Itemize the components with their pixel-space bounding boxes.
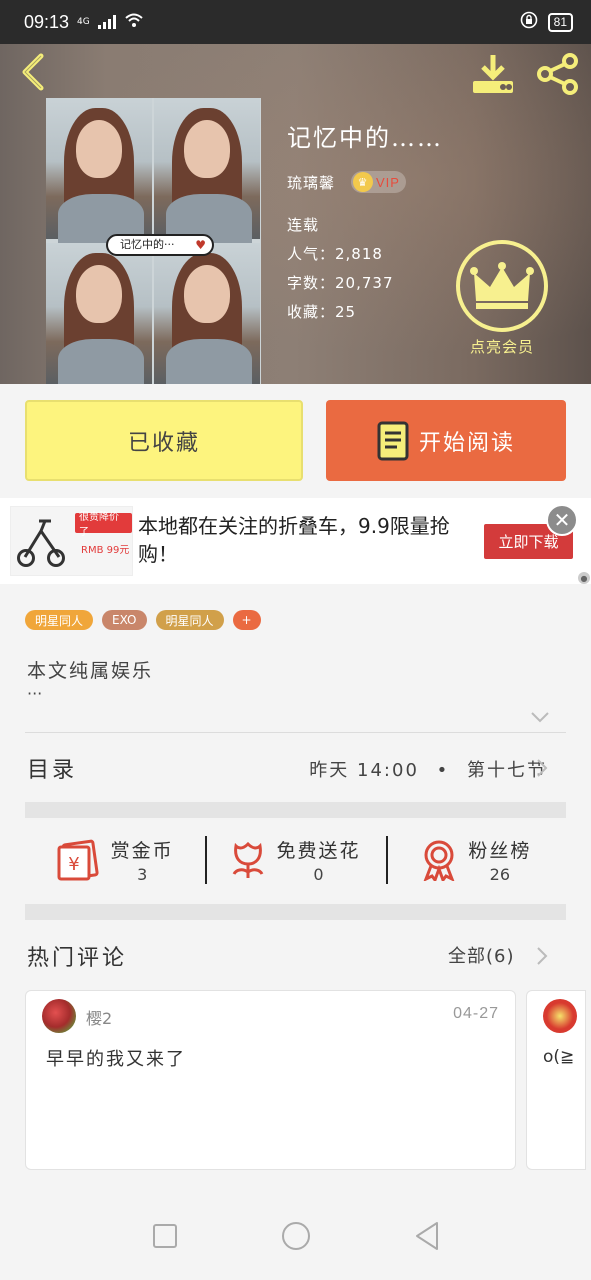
back-button[interactable] [14,52,54,92]
toc-latest[interactable]: 昨天 14:00 • 第十七节 [309,756,547,782]
book-detail: 明星同人 EXO 明星同人 + 本文纯属娱乐 ··· 目录 昨天 14:00 •… [0,584,591,1280]
share-icon [537,53,578,95]
coin-envelope-icon: ¥ [57,839,99,881]
recent-apps-button[interactable] [152,1223,178,1253]
start-reading-button[interactable]: 开始阅读 [326,400,566,481]
hot-comments-title: 热门评论 [27,946,128,971]
comment-user[interactable]: 樱2 [86,1005,112,1029]
toc-update-time: 昨天 14:00 [309,760,419,781]
download-button[interactable] [470,52,516,96]
author-name[interactable]: 琉璃馨 [287,172,335,193]
reward-fans[interactable]: 粉丝榜 26 [385,818,566,902]
comment-card[interactable]: o(≧ [526,990,586,1170]
reward-flowers-label: 免费送花 [276,840,361,862]
tag-list: 明星同人 EXO 明星同人 + [25,610,261,630]
cover-caption: 记忆中的··· ♥ [106,234,214,256]
chevron-right-icon [537,947,548,965]
tag-item[interactable]: 明星同人 [155,610,224,630]
comment-text: o(≧ [543,1047,575,1067]
wifi-icon [124,12,144,33]
svg-text:¥: ¥ [68,854,79,875]
section-separator [25,904,566,920]
close-icon: ✕ [553,508,571,532]
divider [25,732,566,733]
medal-icon [423,840,455,881]
reward-bar: ¥ 赏金币 3 免费送花 0 粉丝榜 26 [25,818,566,902]
flower-icon [233,841,264,878]
collected-button[interactable]: 已收藏 [25,400,303,481]
ad-image-tag: 很贵降价了 [75,512,132,538]
reward-flowers[interactable]: 免费送花 0 [205,818,385,902]
comment-text: 早早的我又来了 [46,1049,186,1070]
vip-badge: ♛ VIP [351,171,406,193]
crown-icon: ♛ [353,172,374,192]
circle-icon [281,1222,310,1250]
ad-close-button[interactable]: ✕ [546,504,578,536]
reward-flowers-value: 0 [313,865,324,884]
avatar[interactable] [42,999,76,1033]
reward-coins-value: 3 [137,865,148,884]
square-icon [152,1224,177,1248]
ad-info-icon[interactable]: ● [578,572,590,584]
heart-icon: ♥ [195,238,206,252]
book-info: 记忆中的…… 琉璃馨 ♛ VIP 连载 人气：2,818 字数：20,737 收… [287,118,443,327]
lock-rotation-icon [520,11,538,34]
book-cover[interactable]: 记忆中的··· ♥ [46,98,261,384]
description-ellipsis: ··· [27,684,43,703]
all-comments-arrow[interactable] [536,946,548,970]
book-description: 本文纯属娱乐 [27,660,154,682]
chevron-left-icon [22,53,44,91]
toc-title[interactable]: 目录 [27,752,77,784]
member-label: 点亮会员 [469,338,534,356]
book-word-count: 字数：20,737 [287,274,394,292]
book-favorites: 收藏：25 [287,303,357,321]
reward-fans-label: 粉丝榜 [468,840,532,862]
toc-latest-chapter: 第十七节 [467,760,547,781]
signal-icon [97,15,116,29]
nav-back-button[interactable] [414,1221,440,1255]
download-icon [473,55,513,93]
home-button[interactable] [281,1221,311,1255]
add-tag-button[interactable]: + [232,610,261,630]
book-popularity: 人气：2,818 [287,245,383,263]
toc-separator: • [436,760,450,781]
book-icon [377,421,409,460]
ad-image-price: RMB 99元 [81,545,130,556]
toc-arrow[interactable] [536,758,548,782]
reward-fans-value: 26 [489,865,510,884]
ad-text[interactable]: 本地都在关注的折叠车，9.9限量抢购！ [138,512,468,568]
all-comments-link[interactable]: 全部(6) [448,942,515,968]
member-button[interactable]: 点亮会员 [456,240,548,357]
book-status: 连载 [287,216,320,234]
ad-image[interactable]: 很贵降价了 RMB 99元 [10,506,133,576]
ad-banner[interactable]: 很贵降价了 RMB 99元 本地都在关注的折叠车，9.9限量抢购！ 立即下载 ✕… [0,498,591,584]
triangle-back-icon [415,1222,438,1250]
share-button[interactable] [534,52,582,96]
expand-description-button[interactable] [530,708,550,727]
chevron-right-icon [537,759,548,777]
reward-coins-label: 赏金币 [110,840,174,862]
status-bar: 09:13 4G 81 [0,0,591,44]
comment-card[interactable]: 樱2 04-27 早早的我又来了 [25,990,516,1170]
system-nav-bar [0,1196,591,1280]
tag-item[interactable]: 明星同人 [25,610,94,630]
action-bar: 已收藏 开始阅读 [0,384,591,498]
network-label: 4G [77,17,90,27]
battery-indicator: 81 [547,12,573,32]
avatar[interactable] [543,999,577,1033]
reward-coins[interactable]: ¥ 赏金币 3 [25,818,205,902]
book-header: 记忆中的··· ♥ 记忆中的…… 琉璃馨 ♛ VIP 连载 人气：2,818 字数… [0,44,591,384]
tag-item[interactable]: EXO [102,610,147,630]
book-title: 记忆中的…… [287,124,443,152]
start-reading-label: 开始阅读 [418,430,515,456]
comment-date: 04-27 [453,1005,499,1022]
status-time: 09:13 [24,11,70,32]
crown-icon [470,262,534,309]
chevron-down-icon [531,712,549,723]
section-separator [25,802,566,818]
